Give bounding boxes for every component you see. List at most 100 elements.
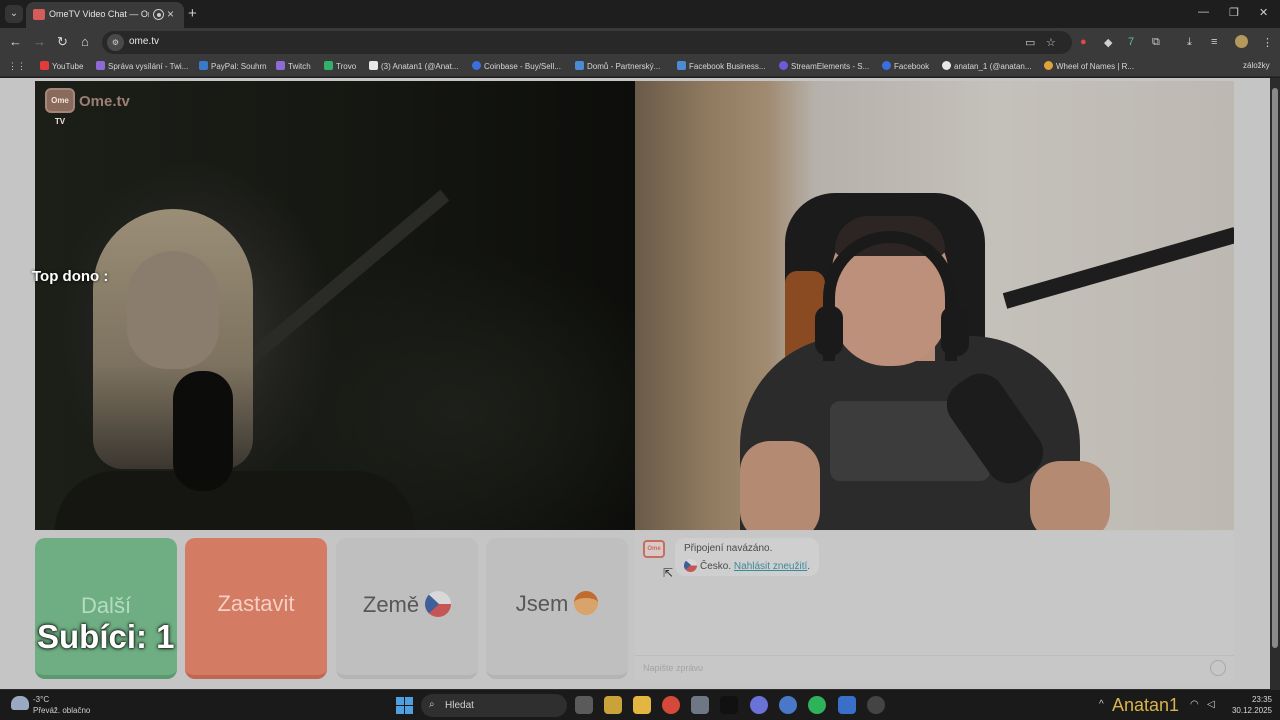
boy-emoji-icon bbox=[574, 591, 599, 615]
chat-input-placeholder: Napište zprávu bbox=[643, 663, 704, 673]
clock-date: 30.12.2025 bbox=[1231, 706, 1272, 715]
bookmark-youtube[interactable]: YouTube bbox=[40, 61, 83, 71]
streamer-watermark: Anatan1 bbox=[1112, 695, 1180, 715]
ometv-page: Ome TV Ome.tv Top dono : Další Zastavit … bbox=[0, 78, 1280, 690]
wifi-icon[interactable]: ◠ bbox=[1190, 699, 1199, 710]
partner-country-line: Česko. Nahlásit zneužití. bbox=[684, 559, 810, 572]
app-icon-hex[interactable] bbox=[691, 696, 709, 714]
clock-time: 23:35 bbox=[1251, 695, 1272, 704]
system-message: Připojení navázáno. Česko. Nahlásit zneu… bbox=[675, 538, 819, 576]
all-bookmarks[interactable]: záložky bbox=[1243, 61, 1270, 70]
site-info-icon[interactable]: ⚙ bbox=[107, 34, 124, 51]
czech-flag-icon bbox=[425, 591, 452, 617]
profile-avatar[interactable] bbox=[1235, 35, 1248, 48]
bookmark-facebook[interactable]: Facebook bbox=[882, 61, 929, 71]
new-tab-icon[interactable]: + bbox=[188, 5, 197, 22]
downloads-icon[interactable]: ⤓ bbox=[1187, 36, 1192, 49]
volume-icon[interactable]: ◁ bbox=[1207, 699, 1215, 710]
bookmark-facebook-business[interactable]: Facebook Business... bbox=[677, 61, 765, 71]
headphone-cup-left bbox=[815, 306, 843, 356]
scrollbar-thumb[interactable] bbox=[1272, 88, 1278, 648]
bookmark-wheel-of-names[interactable]: Wheel of Names | R... bbox=[1044, 61, 1134, 71]
chat-message-input[interactable]: Napište zprávu bbox=[635, 655, 1234, 680]
emoji-picker-icon[interactable] bbox=[1210, 660, 1226, 676]
browser-tab-active[interactable]: OmeTV Video Chat — Ome × bbox=[26, 2, 184, 28]
country-button[interactable]: Země bbox=[336, 538, 478, 679]
cast-icon[interactable]: ▭ bbox=[1025, 36, 1035, 49]
discord-icon[interactable] bbox=[750, 696, 768, 714]
threads-icon bbox=[942, 61, 951, 70]
tray-overflow-icon[interactable]: ^ bbox=[1099, 699, 1104, 710]
trovo-icon bbox=[324, 61, 333, 70]
local-person-arm-right bbox=[1030, 461, 1110, 530]
local-video bbox=[635, 81, 1234, 530]
back-arrow-icon[interactable]: ← bbox=[9, 34, 22, 49]
store-icon[interactable] bbox=[604, 696, 622, 714]
shield-icon[interactable] bbox=[838, 696, 856, 714]
recording-indicator-icon bbox=[153, 9, 164, 20]
next-button[interactable]: Další bbox=[35, 538, 177, 679]
bookmark-partner[interactable]: Domů - Partnerský... bbox=[575, 61, 660, 71]
file-explorer-icon[interactable] bbox=[633, 696, 651, 714]
tiktok-live-studio-icon[interactable] bbox=[720, 696, 738, 714]
tab-title: OmeTV Video Chat — Ome bbox=[49, 9, 149, 19]
remote-microphone bbox=[173, 371, 233, 491]
extension-red-icon[interactable]: ● bbox=[1080, 36, 1087, 48]
remote-video: Ome TV Ome.tv bbox=[35, 81, 635, 530]
windows-start-icon[interactable] bbox=[396, 697, 413, 714]
bookmark-paypal[interactable]: PayPal: Souhrn bbox=[199, 61, 267, 71]
bookmark-trovo[interactable]: Trovo bbox=[324, 61, 356, 71]
address-bar[interactable]: ⚙ ome.tv bbox=[102, 31, 1072, 54]
browser-navigation-bar: ← → ↻ ⌂ ⚙ ome.tv ▭ ☆ ● ◆ 7 ⧉ ⤓ ≡ ⋮ bbox=[0, 28, 1280, 57]
country-button-label: Země bbox=[362, 592, 420, 617]
bookmark-twitch-dashboard[interactable]: Správa vysílání - Twi... bbox=[96, 61, 188, 71]
bookmark-coinbase[interactable]: Coinbase - Buy/Sell... bbox=[472, 61, 561, 71]
ometv-logo-text: Ome.tv bbox=[79, 93, 130, 110]
gender-button-label: Jsem bbox=[515, 591, 569, 616]
stop-button-label: Zastavit bbox=[217, 591, 295, 616]
bookmark-streamelements[interactable]: StreamElements - S... bbox=[779, 61, 869, 71]
connection-status-text: Připojení navázáno. bbox=[684, 543, 773, 554]
task-view-icon[interactable] bbox=[575, 696, 593, 714]
close-tab-icon[interactable]: × bbox=[167, 7, 174, 21]
obs-icon[interactable] bbox=[867, 696, 885, 714]
minimize-window-icon[interactable]: — bbox=[1198, 6, 1209, 18]
extension-translate-icon[interactable]: 7 bbox=[1128, 36, 1134, 48]
mic-boom-arm bbox=[1002, 227, 1234, 309]
paypal-icon bbox=[199, 61, 208, 70]
close-window-icon[interactable]: ✕ bbox=[1259, 6, 1268, 19]
gender-button[interactable]: Jsem bbox=[486, 538, 628, 679]
report-abuse-link[interactable]: Nahlásit zneužití bbox=[734, 561, 807, 572]
home-icon[interactable]: ⌂ bbox=[81, 34, 89, 49]
ometv-tv-icon: Ome TV bbox=[45, 88, 75, 126]
chat-panel: Ome Připojení navázáno. Česko. Nahlásit … bbox=[635, 531, 1234, 681]
stop-button[interactable]: Zastavit bbox=[185, 538, 327, 679]
streamelements-icon bbox=[779, 61, 788, 70]
maximize-window-icon[interactable]: ❐ bbox=[1229, 6, 1239, 19]
partner-icon bbox=[575, 61, 584, 70]
bookmark-twitch[interactable]: Twitch bbox=[276, 61, 311, 71]
coinbase-icon bbox=[472, 61, 481, 70]
weather-cloud-icon[interactable] bbox=[11, 696, 29, 710]
facebook-icon bbox=[882, 61, 891, 70]
browser-menu-icon[interactable]: ⋮ bbox=[1262, 36, 1273, 49]
bookmark-star-icon[interactable]: ☆ bbox=[1046, 36, 1056, 49]
tab-list-chevron-icon[interactable]: ⌄ bbox=[5, 5, 23, 23]
address-url[interactable]: ome.tv bbox=[129, 36, 159, 47]
chrome-icon[interactable] bbox=[662, 696, 680, 714]
extensions-puzzle-icon[interactable]: ⧉ bbox=[1152, 36, 1160, 49]
bookmark-threads[interactable]: anatan_1 (@anatan... bbox=[942, 61, 1032, 71]
app-icon-blue[interactable] bbox=[779, 696, 797, 714]
extension-diamond-icon[interactable]: ◆ bbox=[1104, 36, 1112, 49]
taskbar-search[interactable]: ⌕ Hledat bbox=[421, 694, 567, 717]
apps-grid-icon[interactable]: ⋮⋮ bbox=[8, 61, 26, 72]
spotify-icon[interactable] bbox=[808, 696, 826, 714]
bookmark-x[interactable]: (3) Anatan1 (@Anat... bbox=[369, 61, 459, 71]
page-scrollbar[interactable] bbox=[1270, 78, 1280, 690]
reload-icon[interactable]: ↻ bbox=[57, 34, 68, 50]
remote-person-face bbox=[127, 251, 219, 369]
system-clock[interactable]: 23:35 30.12.2025 bbox=[1222, 694, 1272, 716]
weather-widget[interactable]: -3°C Převáž. oblačno bbox=[33, 694, 90, 716]
forward-arrow-icon[interactable]: → bbox=[33, 34, 46, 49]
reading-list-icon[interactable]: ≡ bbox=[1211, 36, 1217, 48]
